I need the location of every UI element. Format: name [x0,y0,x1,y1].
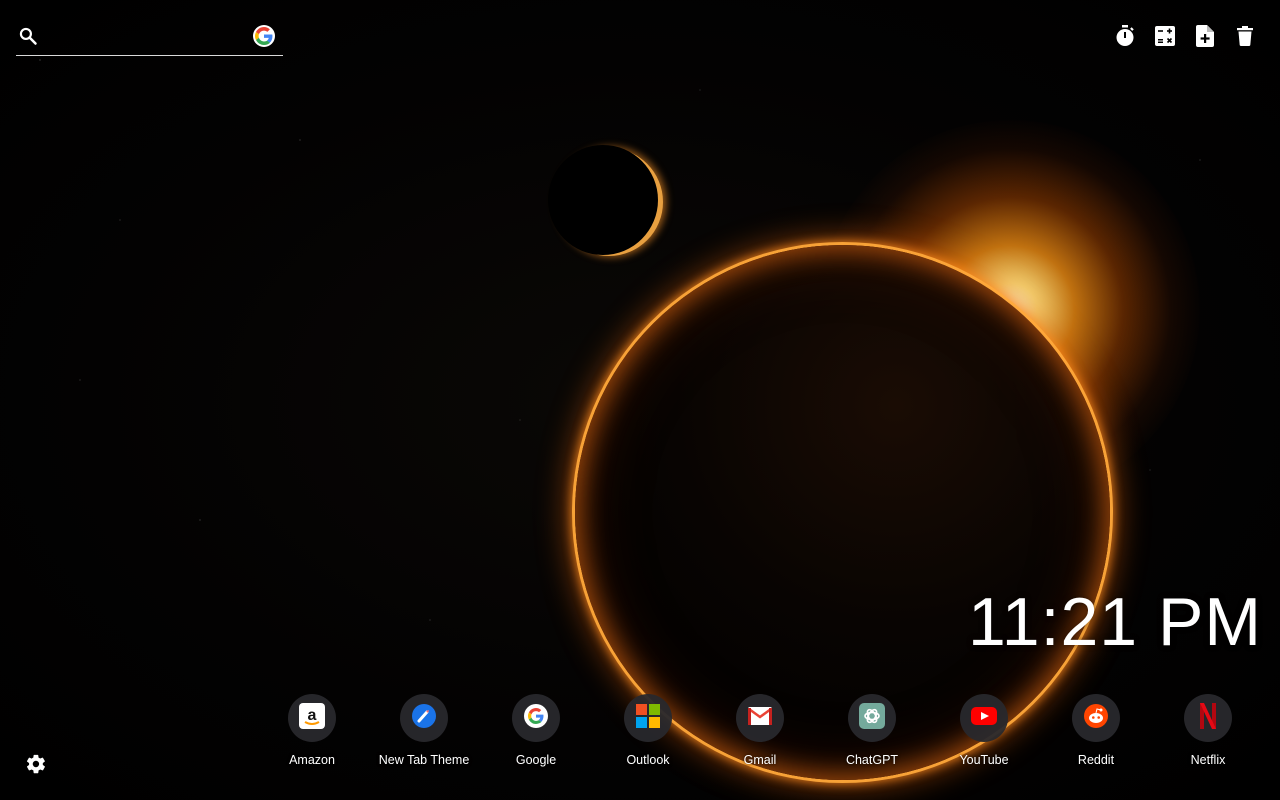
top-toolbar [1114,24,1256,48]
shortcut-tile[interactable] [624,694,672,742]
shortcut-tile[interactable] [1072,694,1120,742]
shortcut-amazon[interactable]: a Amazon [256,694,368,767]
microsoft-icon [636,703,660,733]
shortcut-label: ChatGPT [845,753,899,767]
google-icon [523,703,549,734]
shortcut-label: Netflix [1190,753,1226,767]
shortcut-netflix[interactable]: Netflix [1152,694,1264,767]
search-input[interactable] [50,24,244,50]
search-icon[interactable] [18,26,38,46]
shortcut-label: Amazon [289,753,335,767]
shortcut-tile[interactable] [960,694,1008,742]
shortcut-label: New Tab Theme [378,753,470,767]
trash-icon[interactable] [1234,24,1256,48]
calculator-icon[interactable] [1154,24,1176,48]
shortcut-tile[interactable] [736,694,784,742]
gmail-icon [748,706,772,730]
shortcut-youtube[interactable]: YouTube [928,694,1040,767]
shortcut-label: Google [515,753,557,767]
shortcut-tile[interactable] [848,694,896,742]
svg-text:a: a [308,707,317,724]
shortcut-label: YouTube [959,753,1009,767]
shortcut-bar: a Amazon New Tab Theme Google Outlook Gm… [256,694,1264,774]
amazon-icon: a [299,702,325,734]
shortcut-chatgpt[interactable]: ChatGPT [816,694,928,767]
reddit-icon [1083,703,1109,734]
search-bar [16,18,283,56]
new-tab-page: 11:21 PM a Amazon New Tab Theme Google O… [0,0,1280,800]
clock: 11:21 PM [967,584,1262,660]
shortcut-tile[interactable] [1184,694,1232,742]
shortcut-new-tab-theme[interactable]: New Tab Theme [368,694,480,767]
youtube-icon [971,706,997,730]
shortcut-tile[interactable] [400,694,448,742]
stopwatch-icon[interactable] [1114,24,1136,48]
shortcut-gmail[interactable]: Gmail [704,694,816,767]
moon-crescent [548,145,658,255]
shortcut-tile[interactable] [512,694,560,742]
new-tab-theme-icon [411,703,437,734]
shortcut-label: Outlook [626,753,670,767]
google-icon[interactable] [253,25,275,47]
shortcut-label: Reddit [1077,753,1115,767]
gear-icon[interactable] [25,753,47,775]
shortcut-label: Gmail [743,753,777,767]
shortcut-tile[interactable]: a [288,694,336,742]
chatgpt-icon [859,702,885,734]
shortcut-outlook[interactable]: Outlook [592,694,704,767]
shortcut-reddit[interactable]: Reddit [1040,694,1152,767]
netflix-icon [1200,702,1216,734]
shortcut-google[interactable]: Google [480,694,592,767]
add-note-icon[interactable] [1194,24,1216,48]
